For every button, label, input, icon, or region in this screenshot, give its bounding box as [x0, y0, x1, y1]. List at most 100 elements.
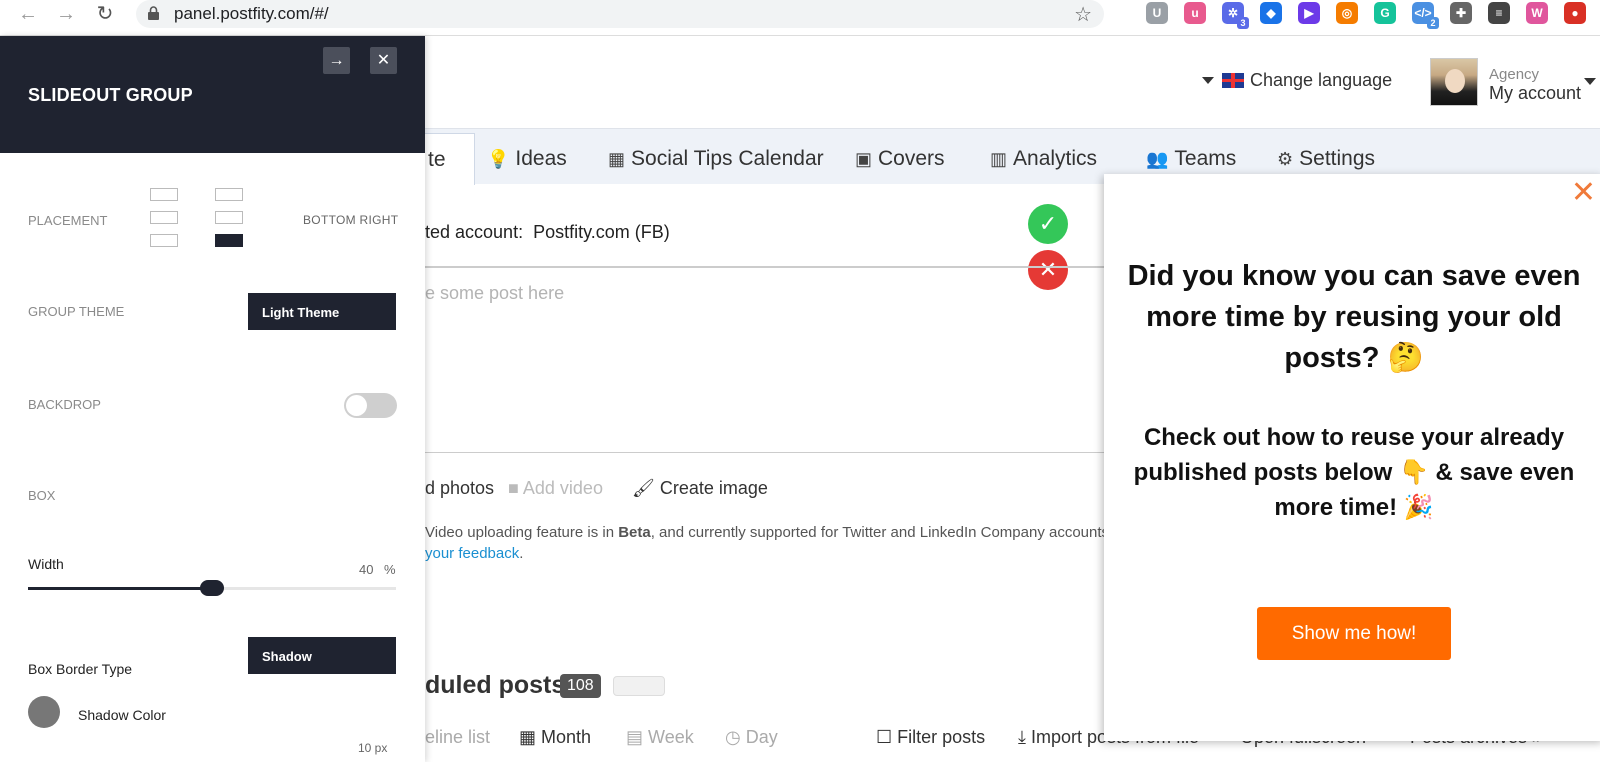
- change-language-button[interactable]: Change language: [1202, 70, 1393, 91]
- scheduled-posts-title: duled posts: [425, 671, 566, 699]
- view-month[interactable]: ▦ Month: [519, 727, 591, 748]
- beta-word: Beta: [618, 524, 651, 541]
- placement-value: BOTTOM RIGHT: [303, 213, 399, 227]
- width-value: 40: [359, 562, 374, 577]
- ublock-extension-icon[interactable]: U: [1146, 2, 1168, 24]
- width-slider-handle[interactable]: [200, 580, 224, 596]
- tab-ideas-label: Ideas: [515, 147, 567, 170]
- check-icon: ✓: [1038, 211, 1058, 236]
- uk-flag-icon: [1222, 73, 1244, 88]
- list-extension-icon[interactable]: ≡: [1488, 2, 1510, 24]
- beta-note: Video uploading feature is in Beta, and …: [425, 524, 1122, 541]
- grid-icon: ▤: [626, 727, 644, 747]
- close-icon[interactable]: ✕: [1571, 178, 1596, 208]
- account-caret-icon[interactable]: [1584, 78, 1596, 85]
- placement-label: PLACEMENT: [28, 213, 108, 228]
- confirm-button[interactable]: ✓: [1028, 204, 1068, 244]
- gear-extension-icon[interactable]: ✲ 3: [1222, 2, 1249, 29]
- tab-settings[interactable]: ⚙ Settings: [1277, 147, 1375, 171]
- url-text[interactable]: panel.postfity.com/#/: [174, 4, 329, 24]
- placement-bottom-right[interactable]: [215, 234, 243, 247]
- puzzle-extension-icon[interactable]: ✚: [1450, 2, 1472, 24]
- image-icon: ▣: [855, 149, 873, 169]
- scheduled-count-badge: 108: [560, 674, 601, 698]
- beta-note-pre: Video uploading feature is in: [425, 524, 619, 541]
- grammarly-extension-icon[interactable]: G: [1374, 2, 1396, 24]
- filter-posts-toggle[interactable]: ☐ Filter posts: [876, 727, 985, 748]
- brush-icon: 🖌: [632, 478, 655, 498]
- show-me-how-button[interactable]: Show me how!: [1257, 607, 1451, 660]
- tab-covers[interactable]: ▣ Covers: [855, 147, 945, 171]
- placement-top-left[interactable]: [150, 188, 178, 201]
- calendar-icon: ▦: [608, 149, 626, 169]
- extension-badge: 2: [1427, 17, 1439, 29]
- promo-slideout: ✕ Did you know you can save even more ti…: [1104, 174, 1600, 741]
- slideout-title: SLIDEOUT GROUP: [28, 85, 193, 105]
- back-icon[interactable]: ←: [16, 2, 40, 26]
- clock-icon: ◷: [725, 727, 741, 747]
- address-bar[interactable]: panel.postfity.com/#/ ☆: [136, 0, 1104, 28]
- change-language-label: Change language: [1250, 70, 1393, 90]
- play-extension-icon[interactable]: ▶: [1298, 2, 1320, 24]
- code-extension-icon[interactable]: </> 2: [1412, 2, 1439, 29]
- divider: [425, 266, 1107, 268]
- width-slider[interactable]: [28, 580, 396, 596]
- add-video-button[interactable]: ■ Add video: [508, 478, 603, 499]
- tab-ideas[interactable]: 💡 Ideas: [487, 147, 567, 171]
- placement-middle-left[interactable]: [150, 211, 178, 224]
- view-day-label: Day: [745, 727, 778, 747]
- reload-icon[interactable]: ↻: [93, 2, 117, 26]
- group-theme-select[interactable]: Light Theme: [248, 293, 396, 330]
- tab-teams-label: Teams: [1174, 147, 1237, 170]
- bookmark-extension-icon[interactable]: ◆: [1260, 2, 1282, 24]
- width-slider-fill: [28, 587, 212, 590]
- u-extension-icon[interactable]: u: [1184, 2, 1206, 24]
- add-photos-button[interactable]: d photos: [425, 478, 494, 499]
- bookmark-star-icon[interactable]: ☆: [1074, 2, 1092, 27]
- placement-bottom-left[interactable]: [150, 234, 178, 247]
- divider: [425, 452, 1107, 453]
- shadow-color-swatch[interactable]: [28, 696, 60, 728]
- add-video-label: Add video: [522, 478, 603, 498]
- browser-toolbar: ← → ↻ panel.postfity.com/#/ ☆ Uu ✲ 3 ◆ ▶ ◎ G </…: [0, 0, 1600, 36]
- box-border-type-select[interactable]: Shadow: [248, 637, 396, 674]
- beta-note-post: , and currently supported for Twitter an…: [650, 524, 1122, 541]
- post-textarea[interactable]: e some post here: [425, 283, 564, 304]
- forward-icon[interactable]: →: [54, 2, 78, 26]
- close-icon[interactable]: ✕: [370, 47, 397, 74]
- group-theme-label: GROUP THEME: [28, 304, 125, 319]
- orange-extension-icon[interactable]: ◎: [1336, 2, 1358, 24]
- tab-teams[interactable]: 👥 Teams: [1146, 147, 1236, 171]
- scheduled-filter-pill[interactable]: [613, 676, 665, 696]
- view-week[interactable]: ▤ Week: [626, 727, 694, 748]
- tab-social-tips-label: Social Tips Calendar: [631, 147, 824, 170]
- checkbox-icon[interactable]: ☐: [876, 727, 892, 747]
- placement-top-right[interactable]: [215, 188, 243, 201]
- view-day[interactable]: ◷ Day: [725, 727, 778, 748]
- view-timeline[interactable]: eline list: [425, 727, 490, 748]
- cancel-button[interactable]: ✕: [1028, 250, 1068, 290]
- create-image-button[interactable]: 🖌 Create image: [632, 478, 768, 499]
- tab-social-tips-calendar[interactable]: ▦ Social Tips Calendar: [608, 147, 824, 171]
- backdrop-toggle[interactable]: [344, 393, 397, 418]
- account-role: Agency: [1489, 66, 1540, 83]
- red-extension-icon[interactable]: ●: [1564, 2, 1586, 24]
- slideout-group-panel: SLIDEOUT GROUP → ✕ PLACEMENT BOTTOM RIGH…: [0, 36, 425, 762]
- arrow-right-icon[interactable]: →: [323, 47, 350, 74]
- close-icon: ✕: [1038, 257, 1058, 282]
- view-week-label: Week: [648, 727, 694, 747]
- profile-extension-icon[interactable]: W: [1526, 2, 1548, 24]
- gears-icon: ⚙: [1277, 149, 1294, 169]
- view-month-label: Month: [541, 727, 592, 747]
- width-label: Width: [28, 556, 64, 572]
- extension-badge: 3: [1237, 17, 1249, 29]
- bar-chart-icon: ▥: [990, 149, 1008, 169]
- placement-middle-right[interactable]: [215, 211, 243, 224]
- my-account-link[interactable]: My account: [1489, 83, 1581, 104]
- avatar[interactable]: [1430, 58, 1478, 106]
- slideout-header: SLIDEOUT GROUP → ✕: [0, 36, 425, 153]
- selected-account-value: Postfity.com (FB): [533, 222, 670, 242]
- feedback-link[interactable]: your feedback: [425, 545, 519, 562]
- tab-analytics[interactable]: ▥ Analytics: [990, 147, 1097, 171]
- width-unit: %: [384, 562, 396, 577]
